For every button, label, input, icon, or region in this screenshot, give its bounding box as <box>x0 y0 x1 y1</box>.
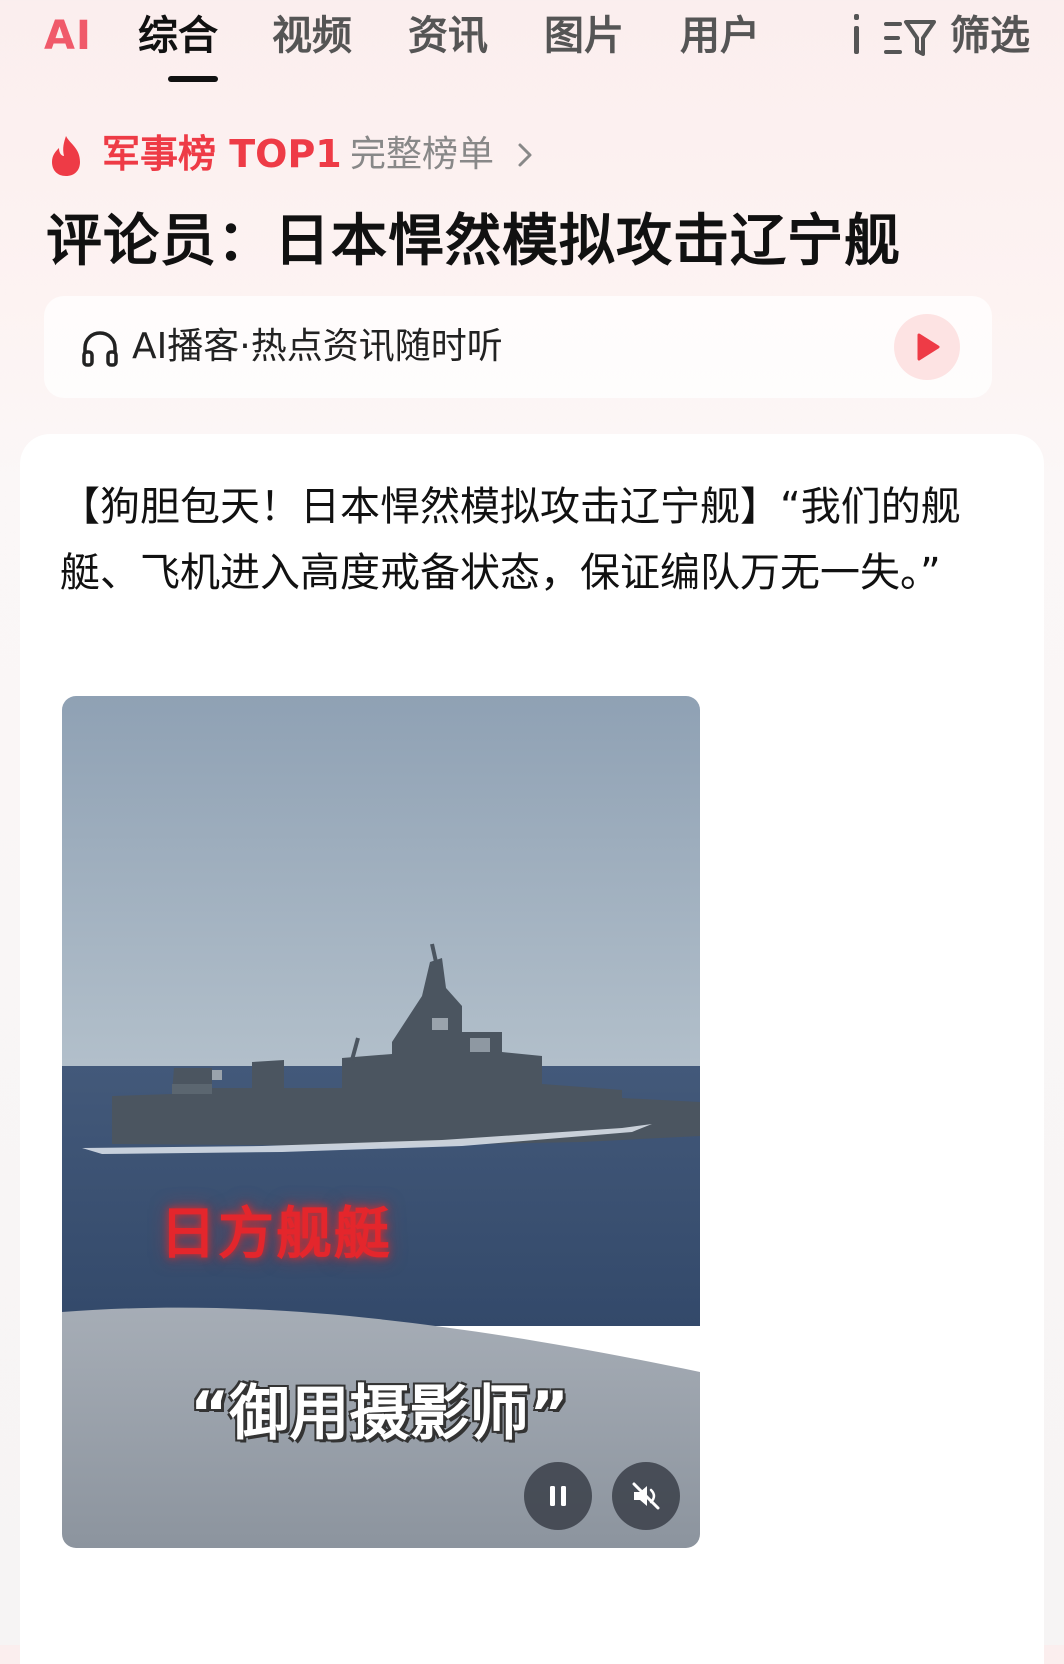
podcast-label: AI播客·热点资讯随时听 <box>132 326 503 367</box>
full-ranking-link[interactable]: 完整榜单 <box>350 130 494 180</box>
ai-podcast-bar[interactable]: AI播客·热点资讯随时听 <box>44 296 992 398</box>
filter-icon[interactable] <box>884 18 938 58</box>
filter-button[interactable]: 筛选 <box>950 10 1030 62</box>
article-card: 【狗胆包天！日本悍然模拟攻击辽宁舰】“我们的舰艇、飞机进入高度戒备状态，保证编队… <box>20 434 1044 1664</box>
video-caption-white: “御用摄影师” <box>190 1379 569 1449</box>
rank-title: 军事榜 TOP1 <box>102 132 342 176</box>
pause-icon <box>550 1486 566 1506</box>
tab-video[interactable]: 视频 <box>272 10 352 62</box>
play-button[interactable] <box>894 314 960 380</box>
tab-users[interactable]: 用户 <box>680 10 760 62</box>
top-tab-bar: AI 综合 视频 资讯 图片 用户 筛选 <box>0 0 1064 90</box>
mute-icon <box>632 1482 660 1510</box>
play-icon <box>917 333 940 361</box>
article-text: 【狗胆包天！日本悍然模拟攻击辽宁舰】“我们的舰艇、飞机进入高度戒备状态，保证编队… <box>60 484 961 596</box>
headphone-icon <box>82 331 118 367</box>
active-tab-indicator <box>168 76 218 82</box>
video-player[interactable]: 日方舰艇 “御用摄影师” <box>62 696 700 1548</box>
pause-button[interactable] <box>524 1462 592 1530</box>
flame-icon <box>52 136 80 176</box>
tab-ai[interactable]: AI <box>44 10 92 62</box>
video-caption-red: 日方舰艇 <box>160 1202 392 1267</box>
more-icon[interactable] <box>852 14 860 54</box>
page-title[interactable]: 评论员：日本悍然模拟攻击辽宁舰 <box>46 202 901 282</box>
chevron-right-icon[interactable] <box>516 142 534 168</box>
tab-news[interactable]: 资讯 <box>408 10 488 62</box>
tab-images[interactable]: 图片 <box>544 10 624 62</box>
tab-comprehensive[interactable]: 综合 <box>138 10 218 62</box>
mute-button[interactable] <box>612 1462 680 1530</box>
